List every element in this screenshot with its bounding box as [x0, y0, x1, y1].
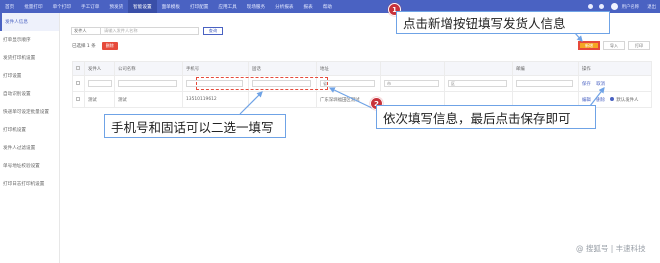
row-checkbox[interactable]: [76, 80, 80, 85]
header-checkbox-cell: [72, 61, 85, 76]
header-district: [444, 61, 513, 76]
default-sender-label: 默认发件人: [616, 97, 639, 103]
watermark: @ 搜狐号 | 丰速科技: [576, 244, 646, 253]
district-select[interactable]: 区: [448, 80, 507, 87]
edit-row-checkbox-cell: [72, 75, 85, 92]
cell-landline: [248, 91, 317, 108]
sender-table: 发件人 公司名称 手机号 固话 地址 邮编 操作 省 市 区 保存 取消 测试 …: [72, 61, 652, 108]
search-button[interactable]: 查询: [203, 27, 223, 35]
nav-item-smart-settings[interactable]: 智能设置: [128, 0, 157, 13]
step2-callout: 依次填写信息，最后点击保存即可: [376, 105, 596, 129]
nav-item-batch-print[interactable]: 批量打印: [19, 0, 47, 13]
sidebar-item-auto-detect[interactable]: 自动识别设置: [0, 85, 59, 103]
phone-note-callout: 手机号和固话可以二选一填写: [104, 114, 286, 138]
sidebar-item-display-order[interactable]: 打单显示顺序: [0, 31, 59, 49]
city-select[interactable]: 市: [384, 80, 440, 87]
search-input[interactable]: 请输入发件人名称: [101, 27, 199, 35]
cell-company: 测试: [114, 91, 183, 108]
search-field-select[interactable]: 发件人: [71, 27, 101, 35]
zip-input[interactable]: [516, 80, 574, 87]
edit-cell-sender: [84, 75, 115, 92]
select-all-checkbox[interactable]: [76, 65, 80, 70]
sidebar-item-ship-printer[interactable]: 发货打印机设置: [0, 49, 59, 67]
header-address: 地址: [316, 61, 381, 76]
main-content: 发件人 请输入发件人名称 查询 已选择 1 条 删除 新增 导入 打印 发件人 …: [60, 13, 660, 263]
row-checkbox[interactable]: [76, 96, 80, 101]
header-actions: 操作: [578, 61, 652, 76]
nav-item-help[interactable]: 帮助: [318, 0, 337, 13]
sidebar-item-batch-settings[interactable]: 快递单可设定批量设置: [0, 103, 59, 121]
row-checkbox-cell: [72, 91, 85, 108]
nav-item-templates[interactable]: 面单模板: [157, 0, 185, 13]
header-zip: 邮编: [512, 61, 579, 76]
header-landline: 固话: [248, 61, 317, 76]
header-city: [380, 61, 445, 76]
edit-cell-district: 区: [444, 75, 513, 92]
cell-sender: 测试: [84, 91, 115, 108]
nav-item-tools[interactable]: 应用工具: [213, 0, 241, 13]
sidebar-item-sender-filter[interactable]: 发件人过滤设置: [0, 139, 59, 157]
sidebar-item-address-check[interactable]: 单号地址校验设置: [0, 157, 59, 175]
header-sender: 发件人: [84, 61, 115, 76]
table-header: 发件人 公司名称 手机号 固话 地址 邮编 操作: [72, 61, 652, 76]
avatar[interactable]: [610, 3, 618, 10]
edit-cell-company: [114, 75, 183, 92]
phone-landline-highlight: [196, 77, 328, 90]
selected-count: 已选择 1 条: [72, 44, 96, 49]
selection-bar: 已选择 1 条 删除: [72, 42, 118, 50]
nav-item-pre-ship[interactable]: 预发货: [104, 0, 128, 13]
nav-item-report[interactable]: 报表: [299, 0, 318, 13]
sender-name-input[interactable]: [88, 80, 112, 87]
edit-cell-actions: 保存 取消: [578, 75, 652, 92]
import-button[interactable]: 导入: [603, 41, 625, 50]
settings-icon[interactable]: [598, 4, 604, 9]
table-edit-row: 省 市 区 保存 取消: [72, 75, 652, 92]
nav-item-single-print[interactable]: 单个打印: [48, 0, 76, 13]
sidebar: 发件人信息 打单显示顺序 发货打印机设置 打印设置 自动识别设置 快递单可设定批…: [0, 13, 60, 263]
nav-item-print-config[interactable]: 打印配置: [185, 0, 213, 13]
sidebar-item-printer[interactable]: 打印机设置: [0, 121, 59, 139]
step1-callout: 点击新增按钮填写发货人信息: [396, 11, 610, 34]
edit-link[interactable]: 编辑: [582, 98, 591, 103]
nav-item-analysis[interactable]: 分析报表: [270, 0, 298, 13]
province-select[interactable]: 省: [320, 80, 376, 87]
save-link[interactable]: 保存: [582, 82, 591, 87]
edit-cell-zip: [512, 75, 579, 92]
exit-link[interactable]: 退出: [647, 4, 656, 10]
header-company: 公司名称: [114, 61, 183, 76]
cancel-link[interactable]: 取消: [596, 82, 605, 87]
default-radio-icon[interactable]: [610, 97, 615, 101]
batch-delete-button[interactable]: 删除: [101, 42, 118, 50]
delete-link[interactable]: 删除: [596, 98, 605, 103]
user-name[interactable]: 用户名称: [622, 4, 640, 10]
nav-item-home[interactable]: 首页: [0, 0, 19, 13]
sidebar-item-print-log[interactable]: 打印日志打印机设置: [0, 175, 59, 193]
header-phone: 手机号: [182, 61, 249, 76]
add-button[interactable]: 新增: [578, 41, 600, 50]
toolbar-actions: 新增 导入 打印: [575, 41, 650, 50]
print-button[interactable]: 打印: [628, 41, 650, 50]
search-bar: 发件人 请输入发件人名称 查询: [71, 27, 223, 35]
cell-phone: 13510119612: [182, 91, 249, 108]
sidebar-item-print-settings[interactable]: 打印设置: [0, 67, 59, 85]
edit-cell-city: 市: [380, 75, 445, 92]
notification-icon[interactable]: [587, 4, 593, 9]
nav-item-service[interactable]: 现场服务: [242, 0, 270, 13]
company-input[interactable]: [118, 80, 177, 87]
sidebar-item-sender-info[interactable]: 发件人信息: [0, 13, 59, 31]
nav-item-manual-order[interactable]: 手工订单: [76, 0, 104, 13]
